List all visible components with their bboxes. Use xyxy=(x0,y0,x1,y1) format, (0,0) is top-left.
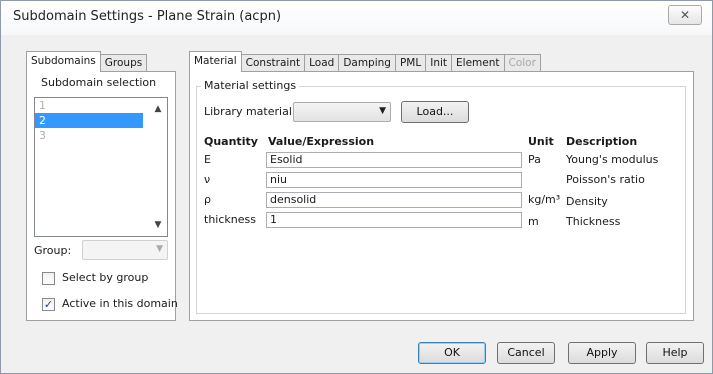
title-bar[interactable]: Subdomain Settings - Plane Strain (acpn)… xyxy=(1,1,712,35)
tab-element[interactable]: Element xyxy=(451,54,505,72)
quantity-thickness: thickness xyxy=(204,213,256,226)
value-field-e[interactable]: Esolid xyxy=(266,152,522,168)
list-item-1[interactable]: 1 xyxy=(35,98,167,113)
tab-groups[interactable]: Groups xyxy=(99,54,148,72)
select-by-group-checkbox[interactable] xyxy=(42,272,55,285)
value-header: Value/Expression xyxy=(268,135,375,148)
active-in-domain-checkbox[interactable]: ✓ xyxy=(42,298,55,311)
description-nu: Poisson's ratio xyxy=(566,173,645,186)
list-item-3[interactable]: 3 xyxy=(35,128,167,143)
cancel-button[interactable]: Cancel xyxy=(497,342,555,364)
value-field-nu[interactable]: niu xyxy=(266,172,522,188)
dialog-title: Subdomain Settings - Plane Strain (acpn) xyxy=(13,9,282,24)
select-by-group-label[interactable]: Select by group xyxy=(62,271,148,284)
close-button[interactable]: ✕ xyxy=(668,5,702,25)
material-settings-legend: Material settings xyxy=(201,79,300,92)
description-rho: Density xyxy=(566,195,608,208)
tab-material[interactable]: Material xyxy=(189,51,242,72)
description-thickness: Thickness xyxy=(566,215,621,228)
tab-constraint[interactable]: Constraint xyxy=(240,54,306,72)
unit-rho: kg/m³ xyxy=(528,193,561,206)
subdomain-selection-legend: Subdomain selection xyxy=(38,76,160,89)
description-e: Young's modulus xyxy=(566,153,659,166)
tab-subdomains[interactable]: Subdomains xyxy=(26,51,101,72)
dialog-window: Subdomain Settings - Plane Strain (acpn)… xyxy=(0,0,713,374)
tab-color: Color xyxy=(503,54,541,72)
value-field-rho[interactable]: densolid xyxy=(266,192,522,208)
right-tabbar: Material Constraint Load Damping PML Ini… xyxy=(189,51,541,72)
quantity-rho: ρ xyxy=(204,193,211,206)
unit-e: Pa xyxy=(528,153,541,166)
tab-damping[interactable]: Damping xyxy=(338,54,396,72)
active-in-domain-label[interactable]: Active in this domain xyxy=(62,297,178,310)
ok-button[interactable]: OK xyxy=(418,342,486,364)
value-field-thickness[interactable]: 1 xyxy=(266,212,522,228)
group-label: Group: xyxy=(34,244,72,257)
chevron-down-icon: ▼ xyxy=(156,244,163,254)
chevron-down-icon: ▼ xyxy=(379,106,386,116)
unit-header: Unit xyxy=(528,135,554,148)
checkmark-icon: ✓ xyxy=(43,298,54,311)
list-item-2[interactable]: 2 xyxy=(35,113,143,128)
load-button[interactable]: Load... xyxy=(401,101,469,123)
tab-init[interactable]: Init xyxy=(425,54,453,72)
left-tabbar: Subdomains Groups xyxy=(26,51,148,72)
close-icon: ✕ xyxy=(679,8,691,22)
scroll-up-icon[interactable]: ▲ xyxy=(150,101,166,117)
library-material-label: Library material: xyxy=(204,105,296,118)
apply-button[interactable]: Apply xyxy=(568,342,636,364)
tab-load[interactable]: Load xyxy=(304,54,340,72)
subdomains-panel: Subdomain selection 1 2 3 ▲ ▼ Group: ▼ S… xyxy=(26,71,178,321)
library-material-combo[interactable]: ▼ xyxy=(293,102,391,122)
scroll-down-icon[interactable]: ▼ xyxy=(150,217,166,233)
quantity-e: E xyxy=(204,153,211,166)
quantity-header: Quantity xyxy=(204,135,258,148)
tab-pml[interactable]: PML xyxy=(394,54,427,72)
description-header: Description xyxy=(566,135,638,148)
quantity-nu: ν xyxy=(204,173,211,186)
subdomain-listbox[interactable]: 1 2 3 ▲ ▼ xyxy=(34,97,168,237)
unit-thickness: m xyxy=(528,215,539,228)
material-panel: Material settings Library material: ▼ Lo… xyxy=(189,71,694,321)
help-button[interactable]: Help xyxy=(646,342,704,364)
group-combo[interactable]: ▼ xyxy=(82,240,168,260)
